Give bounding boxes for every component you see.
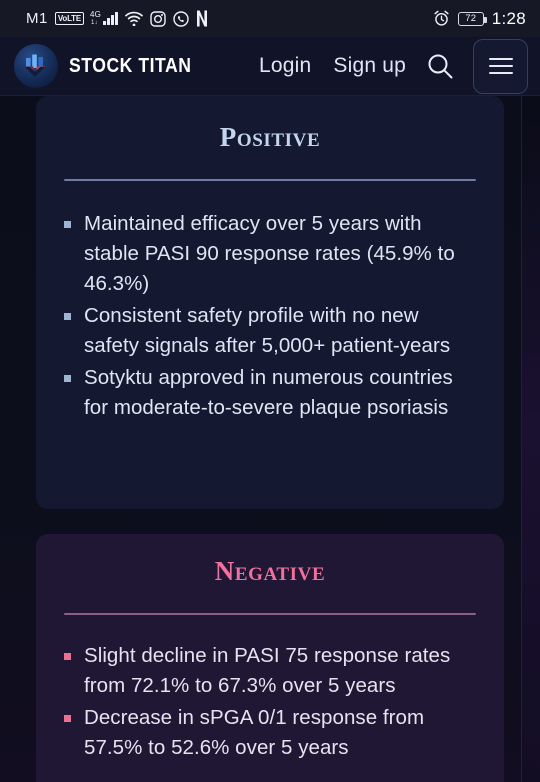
negative-bullet-list: Slight decline in PASI 75 response rates…	[62, 641, 478, 763]
negative-highlights-card: Negative Slight decline in PASI 75 respo…	[36, 534, 504, 782]
list-item: Decrease in sPGA 0/1 response from 57.5%…	[62, 703, 478, 763]
clock-label: 1:28	[491, 8, 526, 28]
status-bar-right: 72 1:28	[433, 9, 526, 29]
scroll-rail-edge[interactable]	[522, 96, 540, 782]
battery-percent-label: 72	[465, 13, 477, 24]
brand-home-link[interactable]: STOCK TITAN	[14, 44, 208, 88]
brand-name-label: STOCK TITAN	[69, 54, 192, 77]
negative-card-divider	[64, 613, 476, 615]
list-item: Consistent safety profile with no new sa…	[62, 301, 478, 361]
positive-bullet-list: Maintained efficacy over 5 years with st…	[62, 209, 478, 423]
login-link[interactable]: Login	[259, 54, 311, 78]
carrier-label: M1	[26, 10, 48, 27]
wifi-icon	[125, 11, 143, 26]
negative-card-title: Negative	[214, 556, 326, 586]
list-item: Maintained efficacy over 5 years with st…	[62, 209, 478, 299]
signal-bars-icon: 4G 1↓	[90, 10, 118, 26]
positive-card-title: Positive	[219, 122, 321, 152]
menu-line	[488, 72, 513, 74]
positive-card-divider	[64, 179, 476, 181]
menu-line	[488, 65, 513, 67]
list-item: Slight decline in PASI 75 response rates…	[62, 641, 478, 701]
status-bar-left: M1 VoLTE 4G 1↓	[26, 10, 433, 27]
whatsapp-icon	[173, 10, 189, 27]
phone-status-bar: M1 VoLTE 4G 1↓ 72 1:28	[0, 0, 540, 37]
network-sub-label: 1↓	[91, 20, 98, 26]
positive-highlights-card: Positive Maintained efficacy over 5 year…	[36, 96, 504, 509]
instagram-icon	[150, 10, 166, 27]
list-item: Sotyktu approved in numerous countries f…	[62, 363, 478, 423]
network-type-label: 4G	[90, 10, 102, 19]
alarm-clock-icon	[433, 10, 450, 27]
site-header: STOCK TITAN Login Sign up	[0, 37, 540, 96]
battery-indicator: 72	[457, 11, 487, 26]
page-content: Positive Maintained efficacy over 5 year…	[0, 96, 540, 782]
signup-link[interactable]: Sign up	[333, 54, 406, 78]
hamburger-menu-icon[interactable]	[473, 38, 528, 94]
volte-badge: VoLTE	[54, 11, 84, 26]
netflix-icon	[196, 10, 208, 27]
search-icon[interactable]	[426, 52, 455, 81]
stock-titan-logo-icon	[14, 44, 58, 88]
header-nav: Login Sign up	[259, 54, 406, 78]
menu-line	[488, 58, 513, 60]
